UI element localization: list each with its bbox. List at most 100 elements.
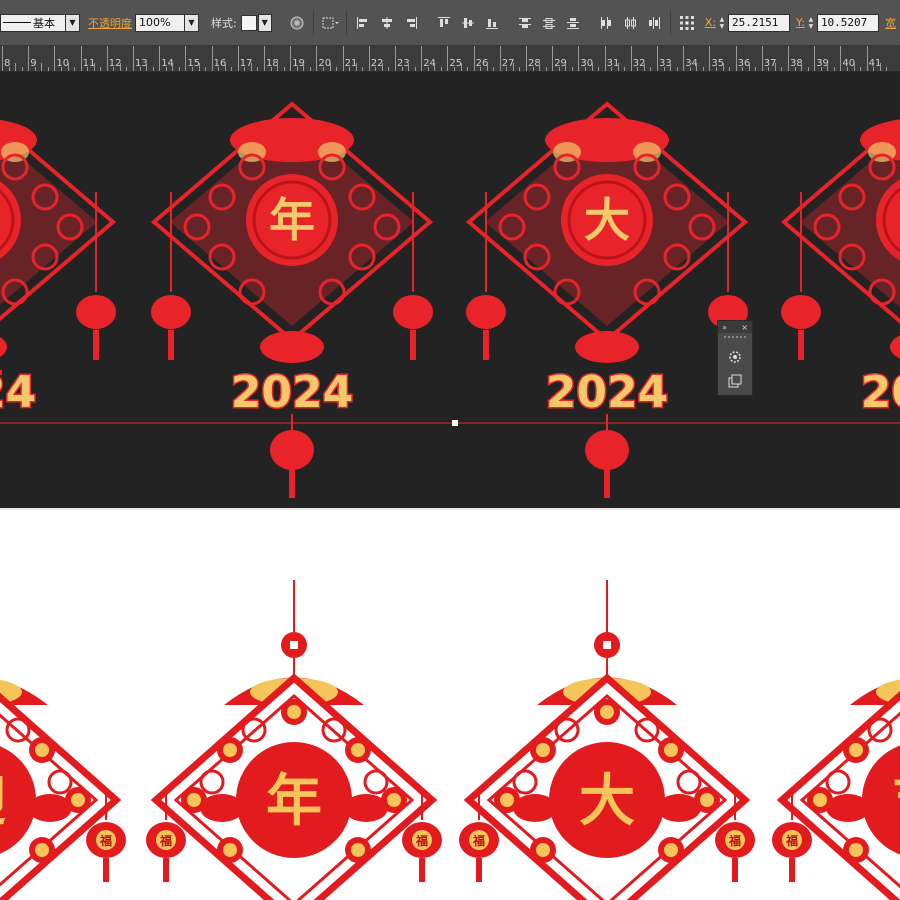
align-top-icon[interactable] (433, 12, 455, 34)
ruler-minor-tick (67, 63, 69, 71)
graphic-style-swatch[interactable] (240, 14, 257, 31)
style-dropdown-icon[interactable]: ▼ (257, 13, 272, 32)
selection-anchor (0, 370, 2, 375)
recolor-icon[interactable] (286, 12, 308, 34)
ruler-major-tick (54, 46, 56, 71)
ruler-minor-tick (467, 67, 469, 71)
coin-inner (700, 793, 714, 807)
bottom-lantern-tassel (604, 468, 610, 498)
coin-inner (351, 843, 365, 857)
distribute-h-center-icon[interactable] (619, 12, 641, 34)
ruler-minor-tick (480, 67, 482, 71)
ruler-minor-tick (205, 67, 207, 71)
side-lantern (150, 295, 191, 329)
control-bar: 基本 ▼ 不透明度 100% ▼ 样式: ▼ X: ▲ ▼ 25.2151 Y: … (0, 0, 900, 46)
distribute-bottom-icon[interactable] (562, 12, 584, 34)
ruler-major-tick (526, 46, 527, 71)
align-left-icon[interactable] (352, 12, 374, 34)
ruler-major-tick (578, 46, 580, 71)
ruler-minor-tick (388, 67, 390, 71)
ruler-minor-tick (670, 63, 672, 71)
year-plaque-bg (0, 337, 7, 357)
lantern-fu-character: 福 (472, 833, 485, 848)
panel-dock-header[interactable]: » × (718, 321, 752, 333)
ruler-minor-tick (774, 63, 776, 71)
distribute-v-center-icon[interactable] (538, 12, 560, 34)
coin-inner (35, 843, 49, 857)
x-field[interactable]: 25.2151 (727, 13, 790, 32)
opacity-label[interactable]: 不透明度 (88, 15, 132, 31)
transform-reference-icon[interactable] (319, 12, 341, 34)
distribute-left-icon[interactable] (595, 12, 617, 34)
y-field[interactable]: 10.5207 (816, 13, 879, 32)
close-icon[interactable]: × (741, 323, 748, 332)
opacity-field[interactable]: 100% (135, 13, 185, 32)
ruler-minor-tick (886, 67, 888, 71)
lantern-tassel (419, 858, 425, 882)
ruler-minor-tick (617, 63, 619, 71)
ruler-major-tick (2, 46, 3, 71)
lantern-tassel (797, 330, 804, 360)
ruler-minor-tick (191, 67, 193, 71)
horizontal-ruler[interactable]: 8 9 10 11 12 13 14 15 16 17 18 19 20 21 22 23 24 25 26 27 28… (0, 46, 900, 72)
distribute-right-icon[interactable] (643, 12, 665, 34)
appearance-icon[interactable] (718, 345, 752, 369)
x-label[interactable]: X: (705, 16, 716, 29)
stroke-profile-value: 基本 (33, 16, 55, 30)
ruler-major-tick (447, 46, 449, 71)
preview-ornament-1: 迎福福 (0, 679, 126, 900)
distribute-top-icon[interactable] (514, 12, 536, 34)
ruler-minor-tick (283, 67, 285, 71)
artboard-canvas[interactable]: 迎2024年2024大2024吉2024 (0, 72, 900, 508)
ruler-minor-tick (218, 67, 220, 71)
expand-icon[interactable]: » (722, 323, 727, 332)
align-right-icon[interactable] (400, 12, 422, 34)
artboards-icon[interactable] (718, 369, 752, 393)
align-v-center-icon[interactable] (457, 12, 479, 34)
ruler-minor-tick (270, 67, 272, 71)
medallion-character: 大 (584, 193, 630, 247)
ruler-minor-tick (296, 67, 298, 71)
ruler-minor-tick (611, 67, 613, 71)
ruler-major-tick (395, 46, 396, 71)
coin-inner (600, 705, 614, 719)
ruler-major-tick (788, 46, 789, 71)
lantern-tassel (103, 858, 109, 882)
stroke-profile-dropdown[interactable]: 基本 (0, 13, 66, 32)
ruler-minor-tick (309, 67, 311, 71)
opacity-dropdown-icon[interactable]: ▼ (185, 13, 199, 32)
coin-inner (71, 793, 85, 807)
lantern-tassel (163, 858, 169, 882)
preview-ornament-2: 年福 福 (146, 580, 442, 900)
x-stepper[interactable]: ▲ ▼ (718, 14, 726, 32)
ruler-major-tick (683, 46, 685, 71)
ruler-minor-tick (434, 63, 436, 71)
ruler-minor-tick (794, 67, 796, 71)
ruler-minor-tick (532, 67, 534, 71)
ruler-major-tick (840, 46, 842, 71)
y-label[interactable]: Y: (796, 16, 805, 29)
ruler-major-tick (421, 46, 423, 71)
ruler-minor-tick (126, 67, 128, 71)
ruler-minor-tick (375, 67, 377, 71)
y-stepper[interactable]: ▲ ▼ (807, 14, 815, 32)
align-bottom-icon[interactable] (481, 12, 503, 34)
width-label[interactable]: 宽 (885, 15, 896, 31)
panel-grip[interactable] (724, 336, 746, 342)
ruler-minor-tick (676, 67, 678, 71)
ruler-minor-tick (8, 67, 10, 71)
align-h-center-icon[interactable] (376, 12, 398, 34)
lantern-fu-character: 福 (728, 833, 741, 848)
reference-point-icon[interactable] (676, 12, 698, 34)
ruler-minor-tick (539, 63, 541, 71)
chevron-down-icon[interactable]: ▼ (66, 13, 80, 32)
ruler-minor-tick (755, 67, 757, 71)
collapsed-panel-dock[interactable]: » × (717, 320, 753, 396)
ruler-minor-tick (41, 63, 43, 71)
coin-inner (351, 743, 365, 757)
style-label: 样式: (211, 16, 237, 30)
lantern-tassel (789, 858, 795, 882)
separator (312, 10, 314, 35)
ornament-4: 吉2024 (780, 119, 900, 420)
ruler-minor-tick (440, 67, 442, 71)
